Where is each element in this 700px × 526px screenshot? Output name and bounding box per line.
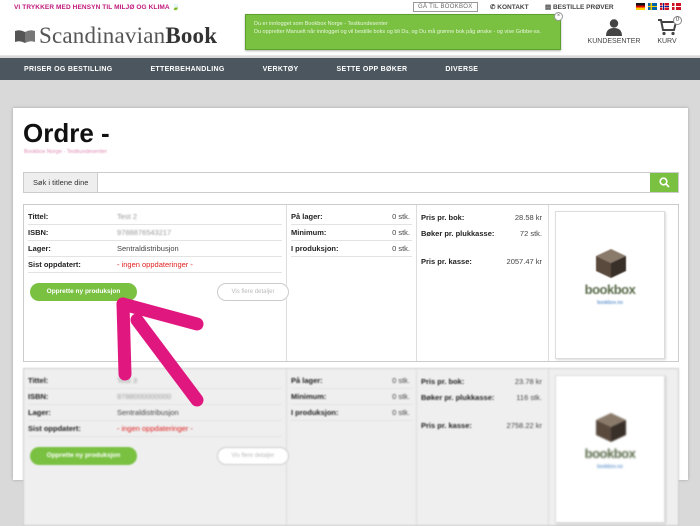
item-isbn: 9788876543217 [117,228,172,237]
item-updated: - ingen oppdateringer - [117,424,193,433]
updated-row: Sist oppdatert: - ingen oppdateringer - [28,257,282,273]
inventory-column: På lager: 0 stk. Minimum: 0 stk. I produks… [287,205,417,361]
nav-item-finishing[interactable]: ETTERBEHANDLING [150,66,224,73]
show-details-button[interactable]: Vis flere detaljer [217,283,289,301]
title-search-bar: Søk i titlene dine [23,172,679,193]
open-book-icon [15,30,35,43]
updated-row: Sist oppdatert: - ingen oppdateringer - [28,421,282,437]
goto-bookbox-button[interactable]: GÅ TIL BOOKBOX [413,2,478,12]
in-stock-row: På lager: 0 stk. [291,373,412,389]
minimum-row: Minimum: 0 stk. [291,389,412,405]
nav-item-misc[interactable]: DIVERSE [445,66,478,73]
in-production-row: I produksjon: 0 stk. [291,241,412,257]
price-column: Pris pr. bok: 28.58 kr Bøker pr. plukkass… [417,205,549,361]
cover-column: bookbox bookbox.no [549,205,680,361]
item-updated: - ingen oppdateringer - [117,260,193,269]
flag-se-icon[interactable] [648,3,657,10]
in-stock-row: På lager: 0 stk. [291,209,412,225]
customer-center-label: KUNDESENTER [587,38,641,45]
toast-line-1: Du er innlogget som Bookbox Norge - Test… [254,21,388,27]
flag-no-icon[interactable] [660,3,669,10]
cart-button[interactable]: 0 KURV [650,16,684,45]
item-title: Test 2 [117,212,138,221]
eco-message: VI TRYKKER MED HENSYN TIL MILJØ OG KLIMA… [14,4,180,11]
scandinavianbook-logo[interactable]: ScandinavianBook [14,23,217,49]
user-icon [606,19,622,36]
in-production-row: I produksjon: 0 stk. [291,405,412,421]
box-icon [596,413,626,442]
flag-dk-icon[interactable] [672,3,681,10]
search-label: Søk i titlene dine [24,173,99,192]
search-icon [658,177,670,188]
toast-line-2: Du oppretter Manuelt når innlogget og vi… [254,29,542,35]
item-stock: Sentraldistribusjon [117,244,179,253]
bookbox-url: bookbox.no [597,464,623,470]
leaf-icon: 🍃 [171,4,180,11]
site-header: ScandinavianBook Du er innlogget som Boo… [0,12,700,56]
box-icon [596,249,626,278]
nav-item-setup-books[interactable]: SETTE OPP BØKER [337,66,408,73]
create-production-button[interactable]: Opprette ny produksjon [30,447,137,465]
search-button[interactable] [650,173,678,192]
books-per-box-value: 72 stk. [519,229,542,238]
book-cover-image[interactable]: bookbox bookbox.no [555,211,665,359]
customer-center-button[interactable]: KUNDESENTER [587,18,641,45]
order-panel: Ordre - Bookbox Norge - Testkundesenter … [13,108,688,526]
books-per-box-value: 116 stk. [516,393,542,402]
minimum-row: Minimum: 0 stk. [291,225,412,241]
book-icon: ▤ [545,4,553,11]
cart-count-badge: 0 [673,16,682,25]
page-title: Ordre - [23,118,110,148]
top-bar: VI TRYKKER MED HENSYN TIL MILJØ OG KLIMA… [0,0,700,14]
cart-label: KURV [657,38,677,45]
isbn-row: ISBN: 9788876543217 [28,225,282,241]
bookbox-brand: bookbox [584,446,636,461]
annotation-arrow-icon [116,297,204,407]
page-subtitle: Bookbox Norge - Testkundesenter [24,149,108,155]
search-input[interactable] [98,173,650,192]
price-column: Pris pr. bok: 23.78 kr Bøker pr. plukkass… [417,369,549,525]
language-flags [636,3,681,10]
bookbox-brand: bookbox [584,282,636,297]
close-icon[interactable]: × [554,12,563,21]
contact-link[interactable]: ✆ KONTAKT [490,3,529,11]
cover-column: bookbox bookbox.no [549,369,680,525]
notification-toast: Du er innlogget som Bookbox Norge - Test… [245,12,563,50]
title-row: Tittel: Test 2 [28,209,282,225]
book-cover-image[interactable]: bookbox bookbox.no [555,375,665,523]
inventory-column: På lager: 0 stk. Minimum: 0 stk. I produks… [287,369,417,525]
order-samples-link[interactable]: ▤ BESTILLE PRØVER [545,3,614,11]
nav-item-tools[interactable]: VERKTØY [263,66,299,73]
flag-de-icon[interactable] [636,3,645,10]
nav-item-prices[interactable]: PRISER OG BESTILLING [24,66,112,73]
stock-row: Lager: Sentraldistribusjon [28,241,282,257]
bookbox-url: bookbox.no [597,300,623,306]
main-navigation: PRISER OG BESTILLING ETTERBEHANDLING VER… [0,58,700,80]
show-details-button[interactable]: Vis flere detaljer [217,447,289,465]
brand-name: ScandinavianBook [39,23,218,48]
